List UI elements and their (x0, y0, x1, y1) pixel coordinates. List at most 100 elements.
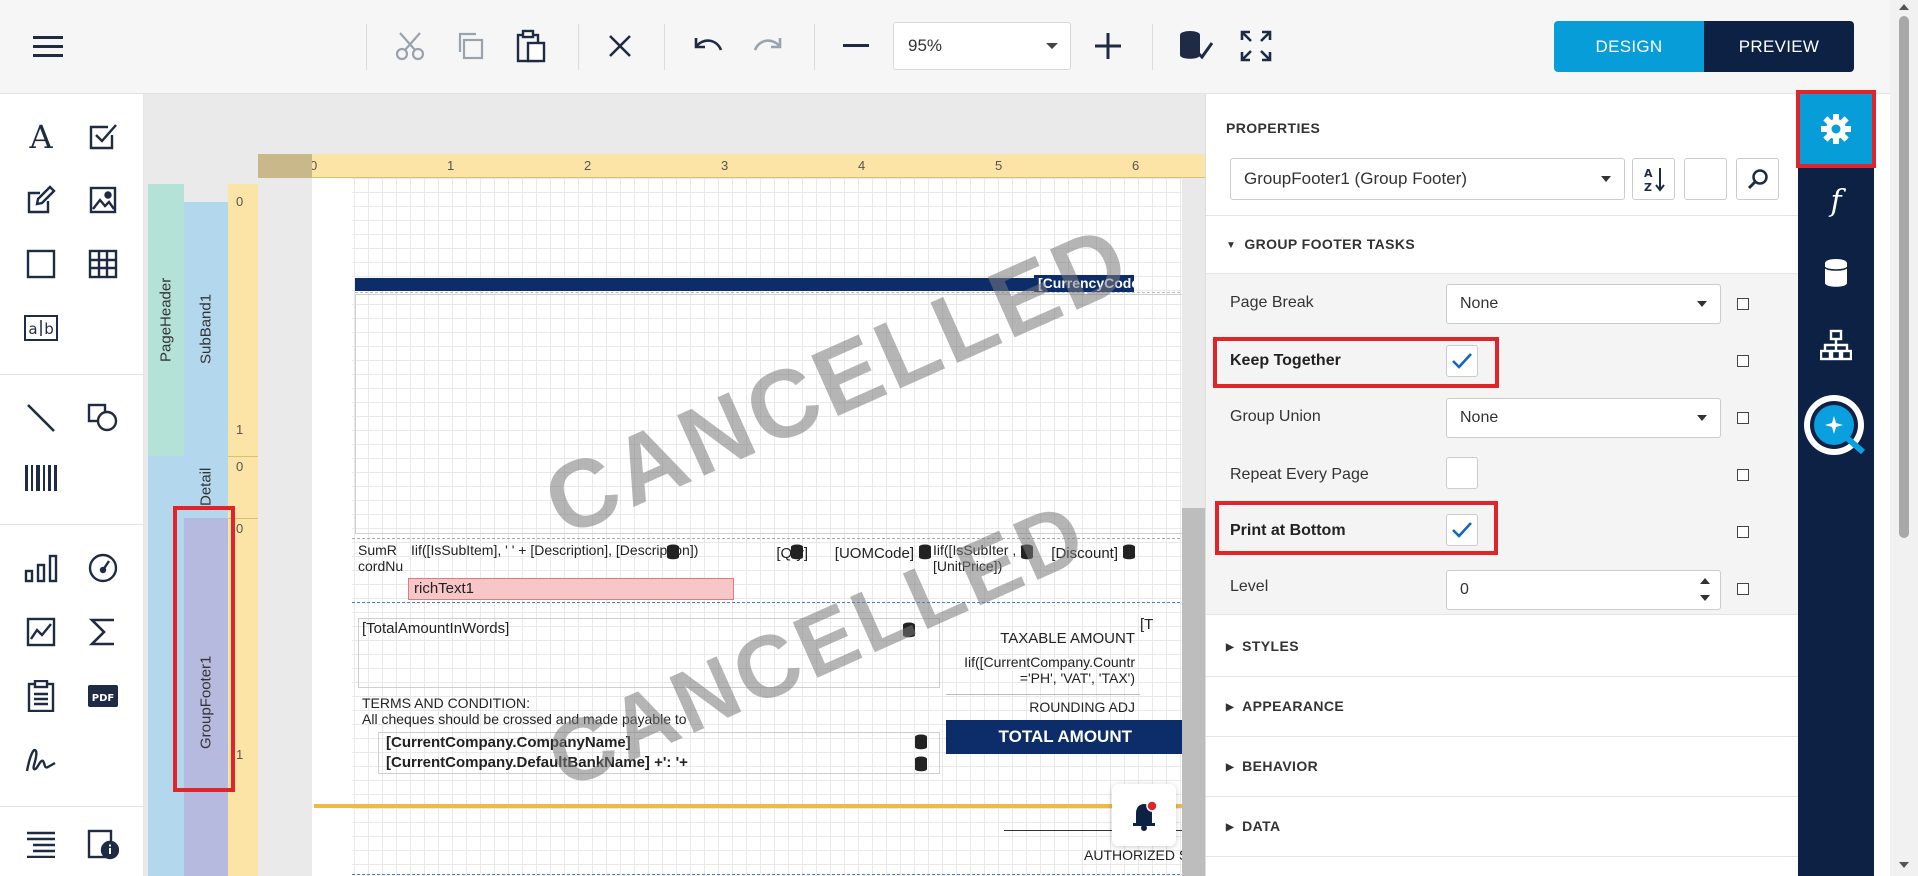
page-break-value: None (1460, 295, 1499, 312)
properties-tab-button[interactable] (1798, 94, 1874, 164)
edit-tool-icon[interactable] (17, 176, 65, 224)
section-behavior[interactable]: ▶ BEHAVIOR (1226, 758, 1318, 774)
keep-together-reset-checkbox[interactable] (1737, 355, 1749, 367)
delete-icon[interactable] (598, 24, 642, 68)
page-break-select[interactable]: None (1446, 284, 1721, 324)
rich-text-field[interactable]: richText1 (408, 578, 734, 600)
repeat-every-page-checkbox[interactable] (1446, 457, 1478, 489)
vruler-label: 0 (236, 194, 244, 209)
level-label: Level (1230, 578, 1269, 595)
canvas-scrollbar[interactable] (1182, 178, 1205, 876)
taxable-value-field[interactable]: [T (1140, 616, 1160, 634)
report-explorer-tab-button[interactable] (1798, 310, 1874, 380)
band-group-footer[interactable]: GroupFooter1 (184, 518, 228, 876)
rounding-adj-label[interactable]: ROUNDING ADJ (952, 698, 1135, 716)
hamburger-menu-icon[interactable] (26, 24, 70, 68)
notification-bell-button[interactable] (1112, 784, 1176, 846)
fullscreen-icon[interactable] (1234, 24, 1278, 68)
design-surface[interactable]: PageHeader SubBand1 Detail GroupFooter1 … (144, 94, 1205, 876)
page-break-reset-checkbox[interactable] (1737, 298, 1749, 310)
label-tool-icon[interactable]: ab (17, 304, 65, 352)
vruler-label: 1 (236, 747, 244, 762)
total-amount-label[interactable]: TOTAL AMOUNT (946, 720, 1140, 754)
stepper-down-icon[interactable] (1700, 595, 1710, 601)
cut-icon[interactable] (388, 24, 432, 68)
section-data[interactable]: ▶ DATA (1226, 818, 1281, 834)
field-list-tab-button[interactable] (1798, 238, 1874, 308)
level-stepper[interactable]: 0 (1446, 570, 1721, 610)
level-reset-checkbox[interactable] (1737, 583, 1749, 595)
expressions-tab-button[interactable]: f (1798, 166, 1874, 236)
sum-record-field[interactable]: SumR cordNu (358, 542, 408, 578)
print-at-bottom-label: Print at Bottom (1230, 522, 1346, 539)
scroll-up-icon[interactable] (1899, 4, 1909, 10)
tax-label-field[interactable]: Iif([CurrentCompany.Countr ='PH', 'VAT',… (952, 654, 1135, 690)
top-toolbar: 95% DESIGN PREVIEW (0, 0, 1890, 94)
blank-tool-button[interactable] (1684, 158, 1727, 200)
section-styles[interactable]: ▶ STYLES (1226, 638, 1299, 654)
toc-tool-icon[interactable] (17, 672, 65, 720)
report-info-tool-icon[interactable] (79, 820, 127, 868)
repeat-every-page-label: Repeat Every Page (1230, 466, 1369, 483)
stepper-up-icon[interactable] (1700, 578, 1710, 584)
database-icon (915, 756, 927, 772)
scroll-thumb[interactable] (1899, 16, 1909, 538)
chart-tool-icon[interactable] (17, 544, 65, 592)
scroll-down-icon[interactable] (1899, 862, 1909, 868)
picture-tool-icon[interactable] (79, 176, 127, 224)
object-selector[interactable]: GroupFooter1 (Group Footer) (1230, 158, 1625, 200)
sort-alpha-button[interactable]: A Z (1632, 158, 1675, 200)
section-group-footer-tasks[interactable]: ▼ GROUP FOOTER TASKS (1226, 236, 1415, 252)
band-detail[interactable]: Detail (184, 456, 228, 518)
repeat-every-page-reset-checkbox[interactable] (1737, 469, 1749, 481)
line-tool-icon[interactable] (17, 394, 65, 442)
checkbox-tool-icon[interactable] (79, 112, 127, 160)
shape-tool-icon[interactable] (79, 394, 127, 442)
undo-icon[interactable] (686, 24, 730, 68)
page-footer-line (314, 804, 1205, 808)
taxable-amount-label[interactable]: TAXABLE AMOUNT (952, 630, 1135, 648)
page-scrollbar[interactable] (1890, 0, 1918, 876)
print-at-bottom-checkbox[interactable] (1446, 514, 1478, 546)
print-at-bottom-reset-checkbox[interactable] (1737, 526, 1749, 538)
keep-together-checkbox[interactable] (1446, 345, 1478, 377)
table-tool-icon[interactable] (79, 240, 127, 288)
preview-mode-button[interactable]: PREVIEW (1704, 21, 1854, 72)
section-title: GROUP FOOTER TASKS (1244, 236, 1416, 252)
barcode-tool-icon[interactable] (17, 454, 65, 502)
svg-text:A: A (1644, 167, 1653, 180)
chevron-down-icon (1697, 415, 1707, 421)
amount-in-words-field[interactable]: [TotalAmountInWords] (362, 620, 662, 638)
copy-icon[interactable] (448, 24, 492, 68)
band-sub-band[interactable]: SubBand1 (184, 202, 228, 456)
pdf-tool-icon[interactable]: PDF (79, 672, 127, 720)
ruler-label: 4 (858, 158, 866, 173)
paste-icon[interactable] (508, 24, 552, 68)
sparkline-tool-icon[interactable] (17, 608, 65, 656)
group-union-select[interactable]: None (1446, 398, 1721, 438)
sort-alpha-icon: A Z (1644, 167, 1665, 193)
function-icon: f (1828, 185, 1846, 217)
zoom-out-icon[interactable] (834, 24, 878, 68)
gauge-tool-icon[interactable] (79, 544, 127, 592)
design-mode-button[interactable]: DESIGN (1554, 21, 1704, 72)
zoom-select[interactable]: 95% (893, 22, 1071, 70)
zoom-in-icon[interactable] (1086, 24, 1130, 68)
search-button[interactable] (1736, 158, 1779, 200)
section-title: APPEARANCE (1242, 698, 1345, 714)
group-union-reset-checkbox[interactable] (1737, 412, 1749, 424)
band-page-header[interactable]: PageHeader (148, 184, 184, 456)
text-tool-icon[interactable]: A (17, 112, 65, 160)
summary-tool-icon[interactable] (79, 608, 127, 656)
panel-tool-icon[interactable] (17, 240, 65, 288)
section-title: DATA (1242, 818, 1281, 834)
list-tool-icon[interactable] (17, 820, 65, 868)
vruler-label: 0 (236, 521, 244, 536)
validate-data-icon[interactable] (1174, 24, 1218, 68)
section-appearance[interactable]: ▶ APPEARANCE (1226, 698, 1344, 714)
redo-icon[interactable] (746, 24, 790, 68)
signature-tool-icon[interactable] (17, 736, 65, 784)
database-icon (667, 544, 679, 560)
ruler-label: 1 (447, 158, 455, 173)
ai-assistant-button[interactable] (1798, 382, 1874, 472)
